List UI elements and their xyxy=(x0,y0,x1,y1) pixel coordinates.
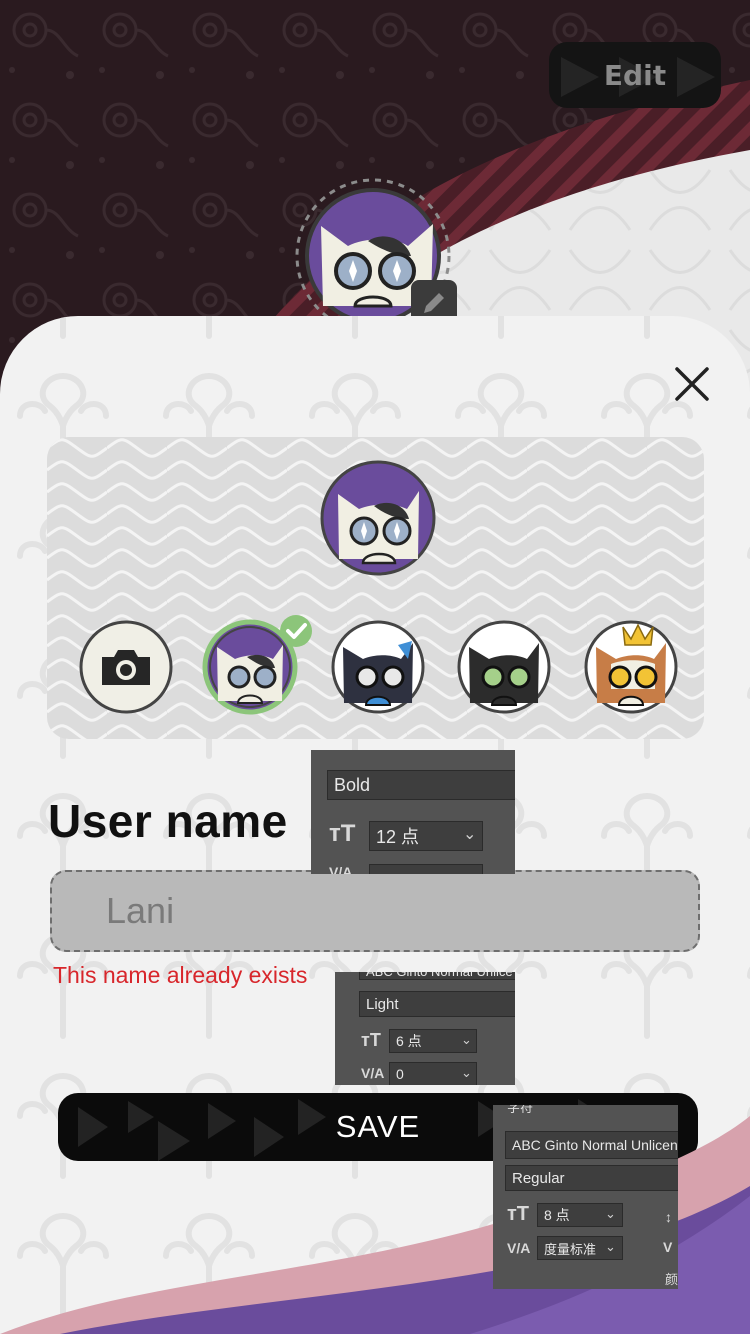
font-size-icon: ᴛT xyxy=(329,820,356,847)
cat-avatar-purple-icon xyxy=(320,460,436,576)
tracking-icon: V/A xyxy=(329,864,353,874)
font-size-icon: ᴛT xyxy=(361,1030,381,1050)
username-label: User name xyxy=(48,795,288,847)
chevron-down-icon: ⌄ xyxy=(605,1206,616,1221)
close-button[interactable] xyxy=(668,360,716,408)
tracking-icon: V/A xyxy=(361,1065,385,1081)
ps-font-field: ABC Ginto Normal Unlice xyxy=(359,972,515,980)
chevron-down-icon: ⌄ xyxy=(463,826,477,843)
chevron-down-icon: ⌄ xyxy=(605,1239,616,1254)
tracking-icon: V/A xyxy=(507,1240,531,1256)
ps-weight-field: Regular xyxy=(505,1165,678,1191)
cat-avatar-blue-icon xyxy=(331,620,425,714)
avatar-option-orange-cat[interactable] xyxy=(583,619,679,715)
avatar-option-blue-cat[interactable] xyxy=(330,619,426,715)
camera-icon xyxy=(79,620,173,714)
ps-weight-field: Light xyxy=(359,991,515,1017)
close-icon xyxy=(675,367,709,401)
cat-avatar-black-icon xyxy=(457,620,551,714)
username-input[interactable]: Lani xyxy=(50,870,700,952)
cat-avatar-orange-crown-icon xyxy=(584,620,678,714)
leading-icon: ↕ xyxy=(665,1209,672,1225)
pencil-icon xyxy=(424,293,444,313)
ps-color-label: 颜 xyxy=(665,1272,678,1287)
avatar-option-black-cat[interactable] xyxy=(456,619,552,715)
font-size-icon: ᴛT xyxy=(507,1203,530,1225)
ps-panel-header: 字符 xyxy=(507,1105,534,1115)
ps-character-panel-3: 字符 ABC Ginto Normal Unlicense Regular ᴛT… xyxy=(493,1105,678,1289)
ps-font-field: ABC Ginto Normal Unlicense xyxy=(505,1131,678,1159)
edit-label: Edit xyxy=(603,58,667,92)
edit-button[interactable]: Edit xyxy=(549,42,721,108)
avatar-preview xyxy=(319,459,437,577)
chevron-down-icon: ⌄ xyxy=(461,1065,472,1080)
ps-weight-field: Bold xyxy=(327,770,515,800)
vertical-scale-icon: V xyxy=(663,1239,673,1255)
avatar-picker xyxy=(47,437,704,739)
username-error-message: This name already exists xyxy=(53,962,308,988)
avatar-option-camera[interactable] xyxy=(78,619,174,715)
ps-character-panel-1: Bold ᴛT 12 点 ⌄ V/A xyxy=(311,750,515,874)
chevron-down-icon: ⌄ xyxy=(461,1032,472,1047)
selected-check-icon xyxy=(278,613,314,649)
ps-character-panel-2: ABC Ginto Normal Unlice Light ᴛT 6 点 ⌄ V… xyxy=(335,972,515,1085)
save-label: SAVE xyxy=(335,1109,421,1144)
ps-tracking-field xyxy=(369,864,483,874)
